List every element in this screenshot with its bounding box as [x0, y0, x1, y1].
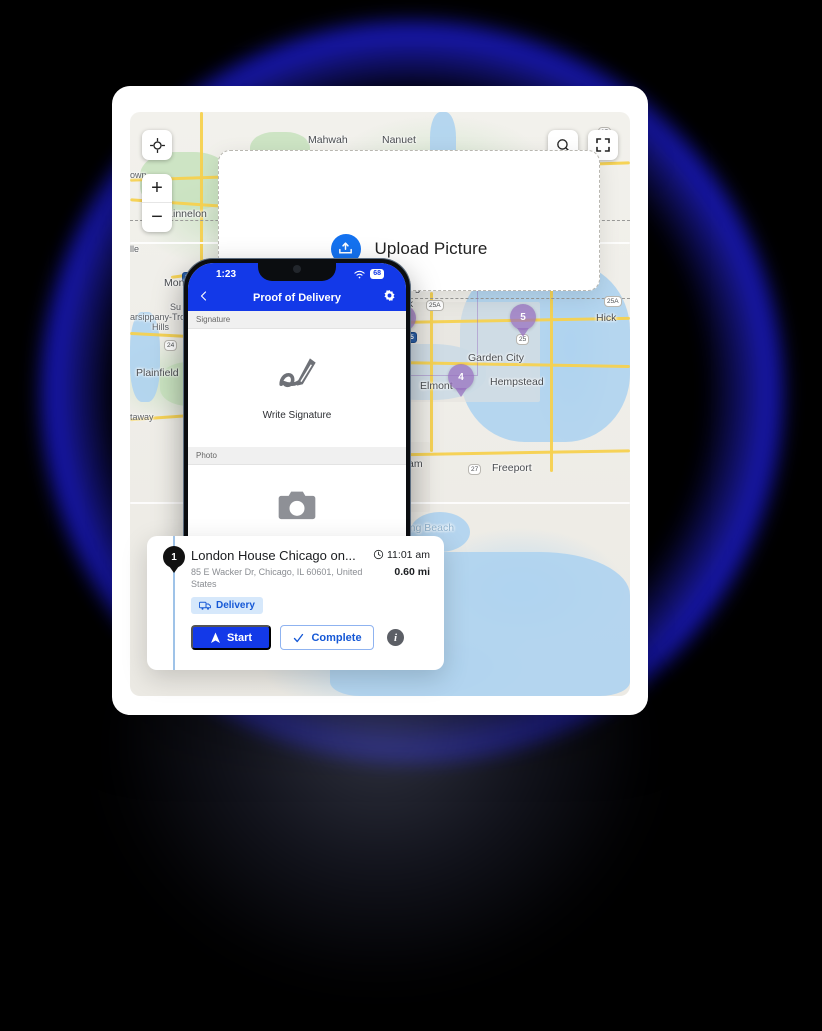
map-label: taway [130, 412, 154, 422]
map-zoom-controls[interactable]: + − [142, 174, 172, 232]
locate-me-button[interactable] [142, 130, 172, 160]
map-label: Mahwah [308, 134, 348, 146]
map-label: lle [130, 244, 140, 254]
map-label: Hempstead [490, 376, 544, 388]
map-label: Elmont [420, 380, 453, 392]
map-pin-4[interactable]: 4 [448, 364, 474, 390]
signature-capture-area[interactable]: Write Signature [188, 329, 406, 447]
phone-screen[interactable]: 1:23 68 Proof of Delivery Signature Writ… [188, 263, 406, 542]
map-label: arsippany-Troy [130, 312, 190, 322]
signature-section-header: Signature [188, 311, 406, 329]
phone-app-bar: Proof of Delivery [188, 285, 406, 311]
photo-section-header: Photo [188, 447, 406, 465]
map-label: Freeport [492, 462, 532, 474]
page-title: Proof of Delivery [252, 292, 342, 304]
delivery-stop-card[interactable]: 1 London House Chicago on... 11:01 am 85… [147, 536, 444, 670]
fullscreen-icon [596, 138, 610, 152]
stop-address: 85 E Wacker Dr, Chicago, IL 60601, Unite… [191, 567, 363, 589]
screenshot-stage: 287 17 15 287 24 25A 495 495 678 25 25 6… [0, 0, 822, 1031]
map-label: Hills [152, 322, 169, 332]
stop-title: London House Chicago on... [191, 548, 356, 563]
navigate-arrow-icon [210, 632, 220, 643]
clock-icon [373, 549, 384, 560]
map-label: Plainfield [136, 367, 179, 379]
gear-icon[interactable] [383, 289, 396, 307]
zoom-in-button[interactable]: + [142, 174, 172, 203]
status-badge: Delivery [191, 597, 263, 614]
complete-button[interactable]: Complete [280, 625, 374, 650]
status-indicators: 68 [354, 269, 384, 279]
phone-status-bar: 1:23 68 [188, 263, 406, 285]
stop-distance: 0.60 mi [394, 566, 430, 578]
status-time: 1:23 [216, 268, 237, 280]
info-icon[interactable]: i [387, 629, 404, 646]
stop-eta: 11:01 am [373, 549, 430, 561]
map-shield: 25A [426, 300, 444, 311]
zoom-out-button[interactable]: − [142, 203, 172, 232]
map-label: Hick [596, 312, 617, 324]
map-label: Kinnelon [166, 208, 207, 220]
map-shield: 24 [164, 340, 178, 351]
start-button[interactable]: Start [191, 625, 271, 650]
front-camera-icon [293, 265, 301, 273]
map-shield: 27 [468, 464, 482, 475]
complete-button-label: Complete [311, 631, 362, 644]
wifi-icon [354, 270, 365, 278]
write-signature-label: Write Signature [262, 410, 332, 421]
map-label: Garden City [468, 352, 525, 364]
stop-eta-text: 11:01 am [387, 548, 430, 561]
truck-icon [199, 601, 211, 610]
battery-level: 68 [370, 269, 384, 279]
map-pin-5[interactable]: 5 [510, 304, 536, 330]
map-label: Nanuet [382, 134, 416, 146]
crosshair-icon [149, 137, 165, 153]
upload-picture-label: Upload Picture [374, 238, 488, 258]
phone-notch [258, 263, 336, 281]
camera-icon [277, 489, 317, 526]
start-button-label: Start [226, 631, 253, 644]
stop-actions: Start Complete i [191, 625, 430, 650]
map-shield: 25A [604, 296, 622, 307]
signature-pen-icon [274, 355, 320, 404]
check-icon [294, 633, 304, 642]
status-badge-label: Delivery [216, 600, 255, 611]
photo-capture-area[interactable] [188, 465, 406, 535]
map-label: Su [170, 302, 182, 312]
back-arrow-icon[interactable] [198, 289, 210, 307]
stop-number-badge: 1 [163, 546, 185, 568]
phone-mockup: 1:23 68 Proof of Delivery Signature Writ… [183, 258, 411, 542]
